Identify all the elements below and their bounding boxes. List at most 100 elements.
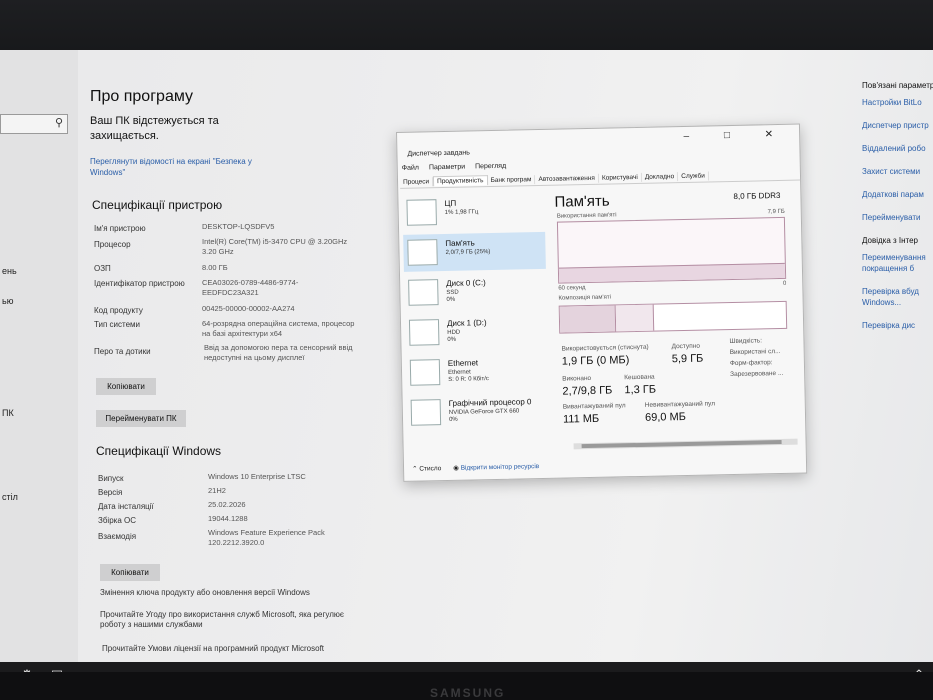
- composition-modified: [615, 304, 655, 332]
- resource-name: Диск 0 (C:): [446, 278, 486, 288]
- resource-name: Пам'ять: [445, 238, 475, 248]
- spec-value: Ввід за допомогою пера та сенсорний ввід…: [204, 343, 353, 362]
- stat-label: Кешована: [624, 373, 655, 382]
- spec-label: Дата інсталяції: [98, 502, 154, 511]
- spec-label: Версія: [98, 488, 123, 497]
- menu-view[interactable]: Перегляд: [475, 163, 506, 171]
- resource-disk-1[interactable]: Диск 1 (D:) HDD 0%: [405, 312, 548, 352]
- graph-seconds: 60 секунд: [558, 285, 586, 292]
- stat-value: 1,3 ГБ: [624, 383, 657, 397]
- copy-device-specs-button[interactable]: Копіювати: [96, 378, 156, 395]
- resource-sub: Ethernet S: 0 R: 0 Кбіт/с: [447, 369, 489, 383]
- memory-thumb: [407, 239, 438, 266]
- tab-startup[interactable]: Автозавантаження: [535, 173, 600, 185]
- nav-label[interactable]: стіл: [2, 492, 18, 502]
- rename-pc-button[interactable]: Перейменувати ПК: [96, 410, 186, 427]
- resource-sub: NVIDIA GeForce GTX 660 0%: [448, 408, 520, 423]
- resource-name: Ethernet: [447, 358, 479, 368]
- graph-zero: 0: [782, 280, 787, 287]
- stat-label: Вивантажуваний пул: [562, 402, 626, 411]
- memory-pane: Пам'ять 8,0 ГБ DDR3 Використання пам'яті…: [548, 185, 799, 448]
- help-link[interactable]: Перевірка дис: [862, 320, 933, 331]
- tab-details[interactable]: Докладно: [641, 172, 679, 182]
- spec-label: Ідентифікатор пристрою: [94, 279, 185, 288]
- composition-label: Композиція пам'яті: [558, 294, 612, 302]
- resource-monitor-link[interactable]: Відкрити монітор ресурсів: [461, 463, 540, 472]
- side-label: Використані сл...: [729, 347, 781, 357]
- spec-value: Intel(R) Core(TM) i5-3470 CPU @ 3.20GHz …: [202, 237, 348, 256]
- resource-memory[interactable]: Пам'ять 2,0/7,9 ГБ (25%): [403, 231, 546, 272]
- stat-label: Виконано: [562, 374, 592, 383]
- menu-options[interactable]: Параметри: [429, 164, 465, 172]
- monitor-brand: SAMSUNG: [430, 686, 506, 700]
- window-title: Диспетчер завдань: [407, 149, 470, 158]
- spec-label: ОЗП: [94, 264, 111, 273]
- related-link[interactable]: Додаткові парам: [862, 189, 933, 200]
- related-settings: Пов'язані параметри Настройки BitLo Дисп…: [862, 80, 933, 343]
- resource-monitor-icon[interactable]: ◉: [453, 465, 459, 472]
- menu-bar: Файл Параметри Перегляд: [402, 163, 515, 172]
- usage-max: 7,9 ГБ: [767, 208, 785, 216]
- tab-users[interactable]: Користувачі: [598, 172, 642, 183]
- resource-name: Графічний процесор 0: [448, 397, 532, 408]
- related-link[interactable]: Перейменувати: [862, 212, 933, 223]
- resource-gpu[interactable]: Графічний процесор 0 NVIDIA GeForce GTX …: [407, 392, 550, 432]
- resource-name: Диск 1 (D:): [446, 318, 487, 328]
- device-specs-title: Специфікації пристрою: [92, 198, 223, 212]
- help-link[interactable]: Переименування покращення б: [862, 252, 933, 274]
- tab-processes[interactable]: Процеси: [399, 177, 434, 187]
- tab-app-history[interactable]: Банк програм: [487, 175, 536, 186]
- spec-label: Випуск: [98, 474, 124, 483]
- resource-sub: 1% 1,98 ГГц: [444, 209, 479, 216]
- memory-usage-fill: [558, 262, 786, 283]
- ethernet-thumb: [409, 359, 441, 386]
- related-link[interactable]: Віддалений робо: [862, 143, 933, 154]
- license-terms-link[interactable]: Прочитайте Умови ліцензії на програмний …: [102, 644, 362, 654]
- footer: ⌃ Стисло ◉ Відкрити монітор ресурсів: [412, 462, 539, 473]
- copy-windows-specs-button[interactable]: Копіювати: [100, 564, 160, 581]
- spec-label: Збірка ОС: [98, 516, 136, 525]
- usage-label: Використання пам'яті: [556, 212, 617, 220]
- nav-label[interactable]: ень: [2, 266, 17, 276]
- resource-list: ЦП 1% 1,98 ГГц Пам'ять 2,0/7,9 ГБ (25%) …: [402, 192, 549, 435]
- side-label: Швидкість:: [729, 337, 763, 346]
- search-input[interactable]: ⚲: [0, 114, 68, 134]
- resource-cpu[interactable]: ЦП 1% 1,98 ГГц: [402, 192, 545, 232]
- page-title: Про програму: [90, 88, 194, 105]
- stat-value: 69,0 МБ: [644, 410, 687, 424]
- disk-thumb: [408, 279, 439, 306]
- related-link[interactable]: Захист системи: [862, 166, 933, 177]
- related-link[interactable]: Настройки BitLo: [862, 97, 933, 108]
- fewer-details-icon[interactable]: ⌃: [412, 466, 418, 473]
- security-link[interactable]: Переглянути відомості на екрані "Безпека…: [90, 156, 270, 178]
- window-controls[interactable]: – □ ✕: [683, 129, 789, 142]
- side-label: Зарезервоване ...: [730, 369, 784, 379]
- spec-label: Ім'я пристрою: [94, 224, 146, 233]
- change-product-key-link[interactable]: Змінення ключа продукту або оновлення ве…: [100, 588, 340, 598]
- resource-sub: SSD 0%: [446, 289, 459, 303]
- tab-performance[interactable]: Продуктивність: [432, 175, 488, 187]
- nav-label[interactable]: ью: [2, 296, 13, 306]
- cpu-thumb: [406, 199, 437, 226]
- help-link[interactable]: Перевірка вбуд Windows...: [862, 286, 933, 308]
- nav-label[interactable]: ПК: [2, 408, 14, 418]
- resource-ethernet[interactable]: Ethernet Ethernet S: 0 R: 0 Кбіт/с: [406, 352, 549, 392]
- spec-value: 00425-00000-00002-AA274: [202, 304, 295, 313]
- task-manager-window: – □ ✕ Диспетчер завдань Файл Параметри П…: [396, 123, 808, 482]
- resource-name: ЦП: [444, 198, 457, 208]
- resource-disk-0[interactable]: Диск 0 (C:) SSD 0%: [404, 272, 547, 312]
- related-link[interactable]: Диспетчер пристр: [862, 120, 933, 131]
- side-label: Форм-фактор:: [729, 359, 773, 368]
- menu-file[interactable]: Файл: [402, 165, 419, 172]
- spec-value: CEA03026-0789-4486-9774-EEDFDC23A321: [202, 278, 299, 297]
- memory-usage-graph: [556, 216, 787, 284]
- tab-services[interactable]: Служби: [678, 171, 709, 182]
- spec-label: Перо та дотики: [94, 347, 151, 356]
- spec-value: Windows 10 Enterprise LTSC: [208, 472, 306, 481]
- spec-value: 21H2: [208, 486, 226, 495]
- disk-thumb: [408, 319, 440, 346]
- services-agreement-link[interactable]: Прочитайте Угоду про використання служб …: [100, 610, 370, 630]
- fewer-details-link[interactable]: Стисло: [419, 465, 441, 472]
- spec-value: 8.00 ГБ: [202, 263, 228, 272]
- nav-strip: ⚲ ень ью ПК стіл: [0, 50, 78, 672]
